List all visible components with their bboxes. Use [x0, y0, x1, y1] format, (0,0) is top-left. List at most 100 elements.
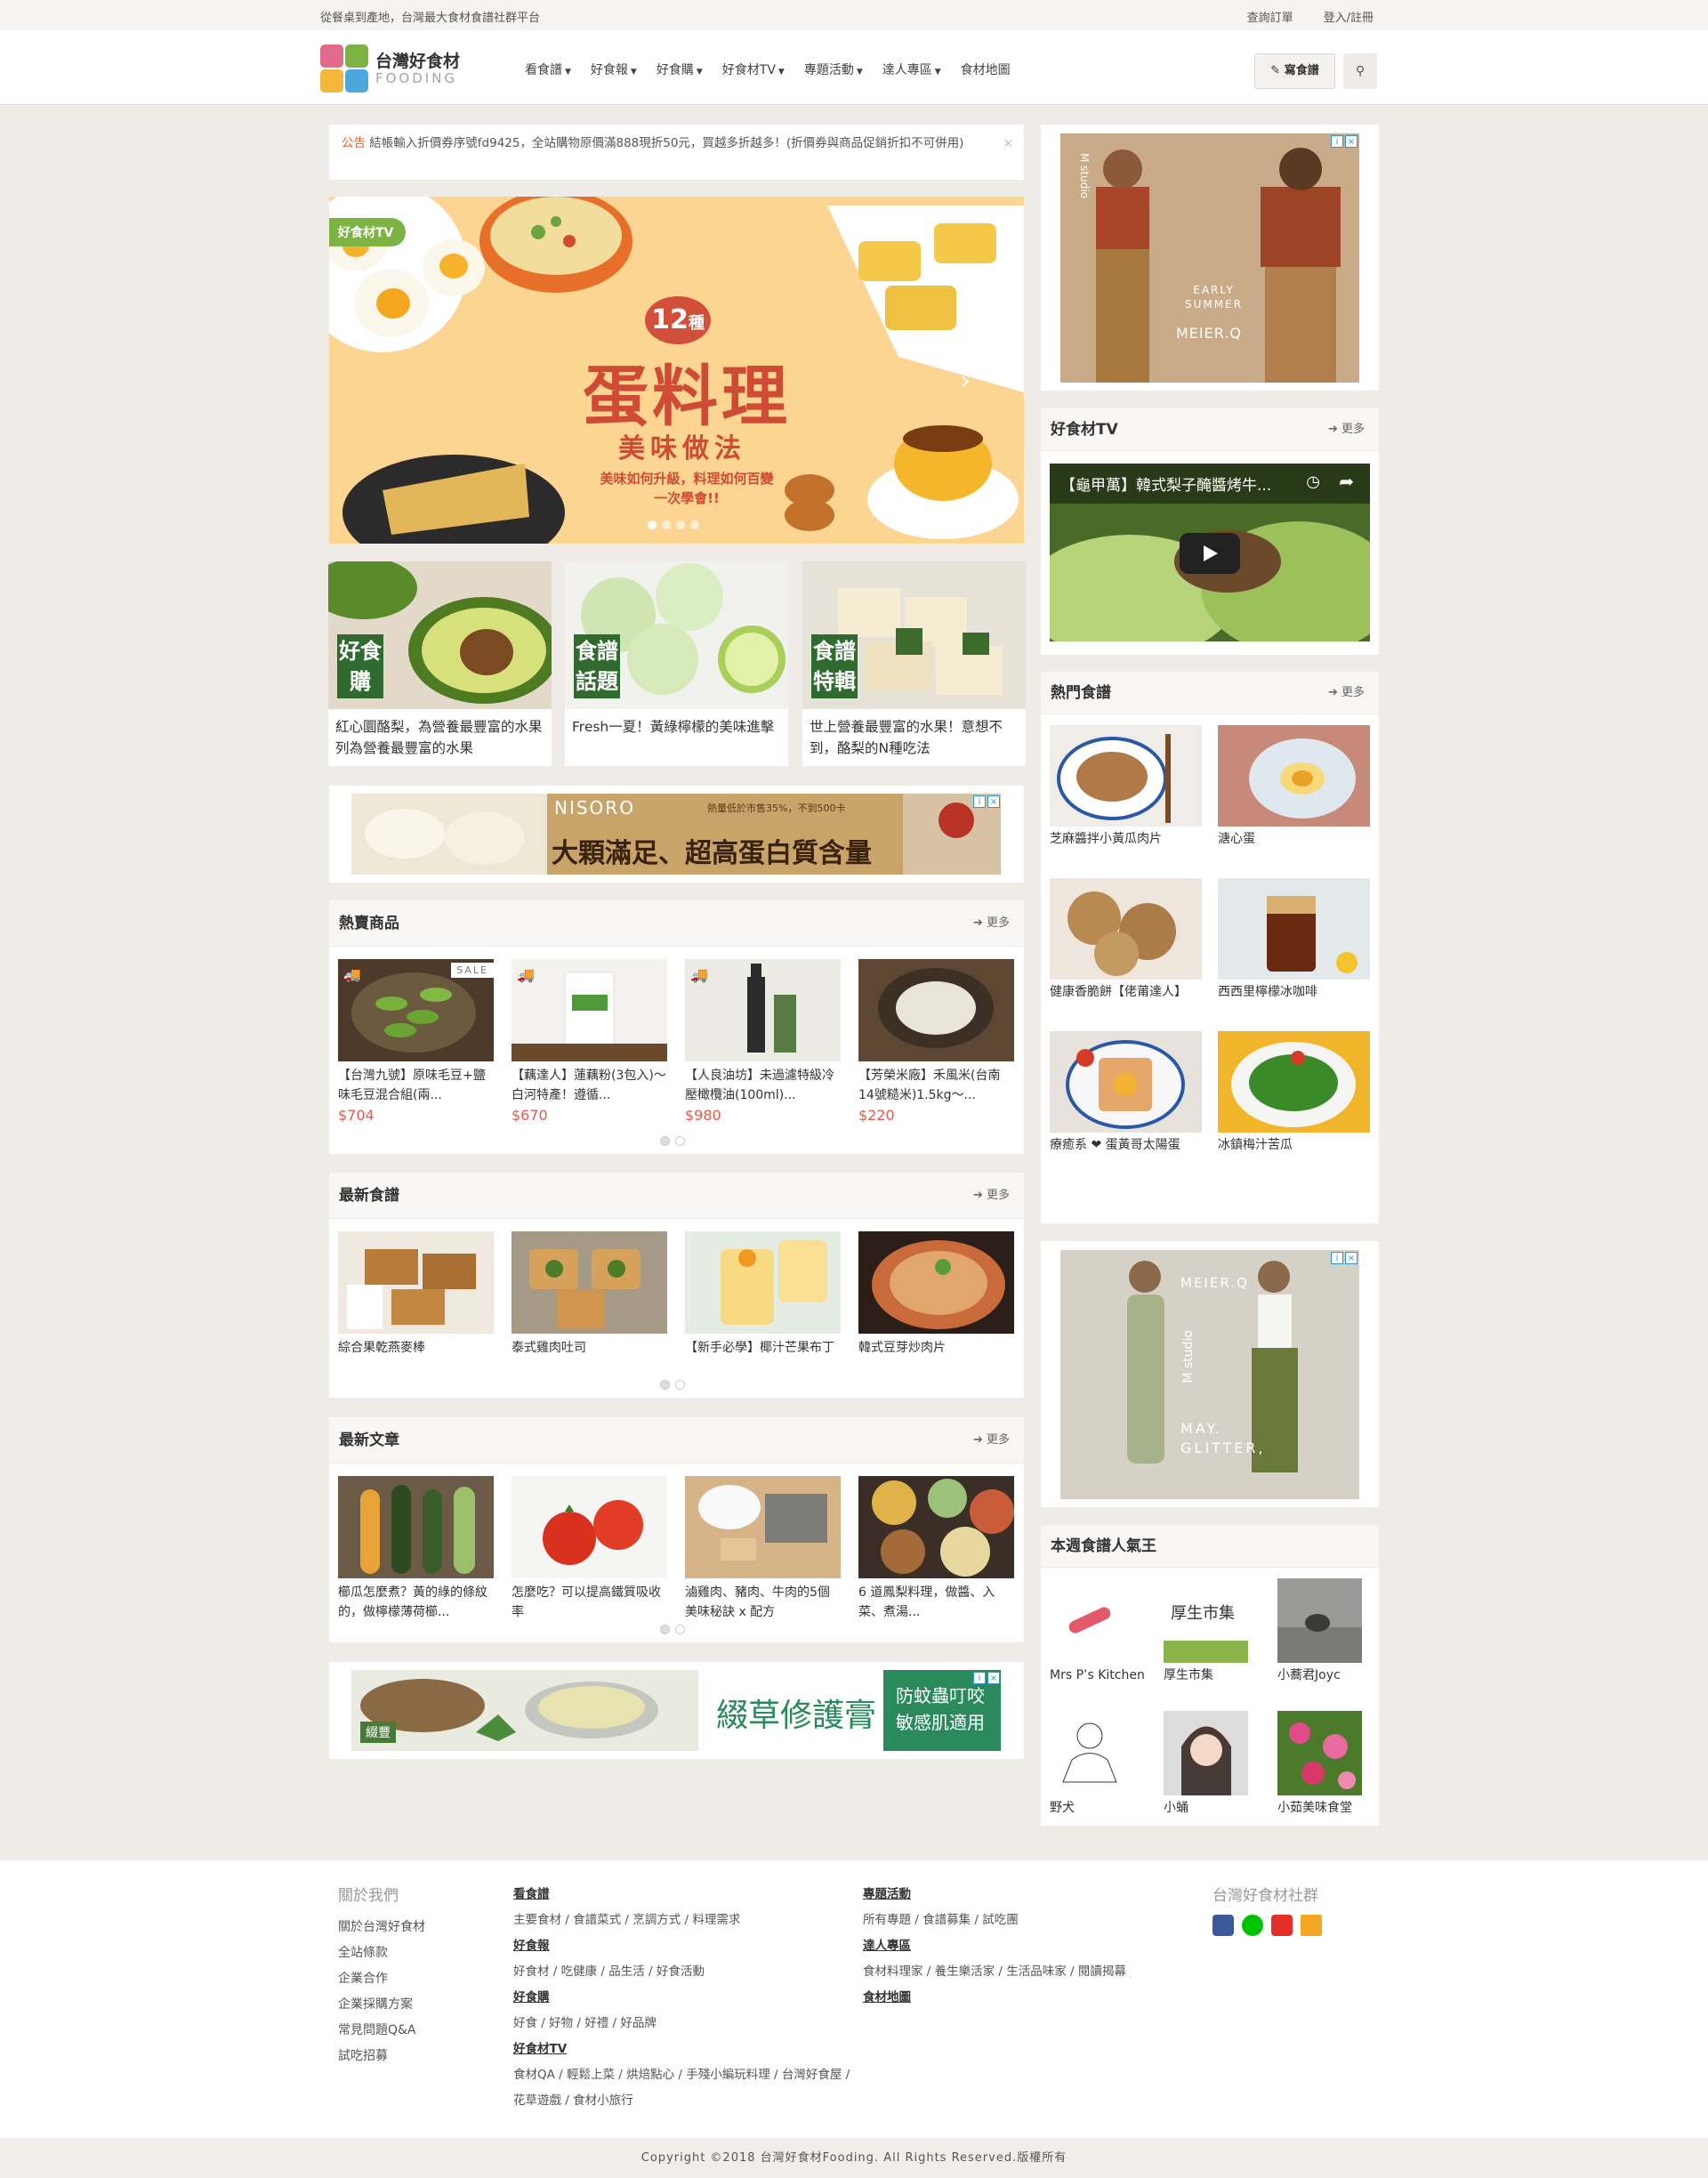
close-icon[interactable]: ×: [987, 1672, 1000, 1684]
recipe-card[interactable]: 西西里檸檬冰咖啡: [1218, 878, 1370, 1019]
footer-sublinks[interactable]: 好食 / 好物 / 好禮 / 好品牌: [513, 2011, 851, 2037]
author-card[interactable]: 野犬: [1050, 1711, 1148, 1835]
close-icon[interactable]: ×: [987, 795, 1000, 808]
side-ad[interactable]: MEIER.Q M studio MAY. GLITTER, i ×: [1041, 1241, 1379, 1507]
author-card[interactable]: 小茹美味食堂: [1277, 1711, 1375, 1835]
author-card[interactable]: 小蕎君Joyc: [1277, 1578, 1375, 1702]
feature-card[interactable]: 食譜特輯 世上營養最豐富的水果！意想不到，酪梨的N種吃法: [802, 561, 1026, 766]
recipe-card[interactable]: 泰式雞肉吐司: [512, 1231, 667, 1377]
nav-item-map[interactable]: 食材地圖: [961, 60, 1011, 78]
author-card[interactable]: 厚生市集 厚生市集: [1164, 1578, 1261, 1702]
article-card[interactable]: 櫛瓜怎麼煮？黃的綠的條紋的，做檸檬薄荷櫛...: [338, 1476, 494, 1622]
recipe-card[interactable]: 【新手必學】椰汁芒果布丁: [685, 1231, 841, 1377]
side-ad[interactable]: M studio EARLY SUMMER MEIER.Q i ×: [1041, 125, 1379, 391]
footer-group-link[interactable]: 看食譜: [513, 1882, 851, 1908]
footer-group-link[interactable]: 好食購: [513, 1985, 851, 2011]
close-icon[interactable]: ×: [1003, 133, 1013, 153]
recipe-card[interactable]: 芝麻醬拌小黃瓜肉片: [1050, 725, 1202, 866]
product-card[interactable]: 【芳榮米廠】禾風米(台南14號糙米)1.5kg～... $220: [858, 959, 1014, 1124]
recipe-card[interactable]: 健康香脆餅【佬莆達人】: [1050, 878, 1202, 1019]
footer-link[interactable]: 常見問題Q&A: [338, 2018, 425, 2044]
pager-dot[interactable]: [660, 1380, 670, 1390]
pager-dot[interactable]: [675, 1380, 685, 1390]
ad-choices[interactable]: i ×: [973, 1672, 1000, 1684]
feature-card[interactable]: 好食購 紅心圜酪梨，為營養最豐富的水果列為營養最豐富的水果: [328, 561, 552, 766]
ad-choices[interactable]: i ×: [1331, 1252, 1358, 1264]
ad-info-icon[interactable]: i: [1331, 1252, 1343, 1264]
ad-info-icon[interactable]: i: [1331, 135, 1343, 148]
ad-choices[interactable]: i ×: [973, 795, 1000, 808]
more-link[interactable]: ➔ 更多: [973, 900, 1010, 947]
cart-icon[interactable]: [1301, 1915, 1322, 1936]
more-link[interactable]: ➔ 更多: [1328, 408, 1365, 451]
nav-item-events[interactable]: 專題活動 ▼: [804, 60, 863, 78]
ad-banner[interactable]: 綴豐 綴草修護膏 防蚊蟲叮咬 敏感肌適用 i ×: [329, 1662, 1024, 1759]
pager-dot[interactable]: [675, 1625, 685, 1634]
footer-link[interactable]: 關於台灣好食材: [338, 1915, 425, 1940]
footer-link[interactable]: 企業合作: [338, 1966, 425, 1992]
author-card[interactable]: Mrs P’s Kitchen: [1050, 1578, 1148, 1702]
footer-sublinks[interactable]: 食材QA / 輕鬆上菜 / 烘焙點心 / 手殘小編玩料理 / 台灣好食屋 / 花…: [513, 2062, 851, 2114]
article-card[interactable]: 怎麼吃？可以提高鐵質吸收率: [512, 1476, 667, 1622]
login-register-link[interactable]: 登入/註冊: [1324, 8, 1374, 25]
feature-card[interactable]: 食譜話題 Fresh一夏！黃綠檸檬的美味進擊: [565, 561, 788, 766]
carousel-dot[interactable]: [662, 520, 671, 529]
footer-link[interactable]: 試吃招募: [338, 2044, 425, 2069]
recipe-card[interactable]: 冰鎮梅汁苦瓜: [1218, 1031, 1370, 1172]
recipe-card[interactable]: 韓式豆芽炒肉片: [858, 1231, 1014, 1377]
pager-dot[interactable]: [675, 1136, 685, 1146]
footer-sublinks[interactable]: 主要食材 / 食譜菜式 / 烹調方式 / 料理需求: [513, 1908, 851, 1933]
site-logo[interactable]: 台灣好食材 FOODING: [320, 41, 480, 93]
write-recipe-button[interactable]: ✎ 寫食譜: [1254, 53, 1335, 89]
article-card[interactable]: 滷雞肉、豬肉、牛肉的5個美味秘訣 x 配方: [685, 1476, 841, 1622]
footer-sublinks[interactable]: 好食材 / 吃健康 / 品生活 / 好食活動: [513, 1959, 851, 1985]
product-card[interactable]: 🚚 【藕達人】蓮藕粉(3包入)～白河特產！遵循... $670: [512, 959, 667, 1124]
more-link[interactable]: ➔ 更多: [1328, 672, 1365, 714]
more-link[interactable]: ➔ 更多: [973, 1417, 1010, 1464]
clock-icon[interactable]: ◷: [1306, 472, 1320, 491]
recipe-card[interactable]: 溏心蛋: [1218, 725, 1370, 866]
more-link[interactable]: ➔ 更多: [973, 1173, 1010, 1219]
video-player[interactable]: 【龜甲萬】韓式梨子醃醬烤牛... ◷ ➦: [1050, 464, 1370, 641]
chevron-right-icon[interactable]: ›: [960, 366, 971, 397]
author-card[interactable]: 小蛹: [1164, 1711, 1261, 1835]
footer-group-link[interactable]: 專題活動: [863, 1882, 1201, 1908]
share-icon[interactable]: ➦: [1339, 471, 1354, 492]
youtube-icon[interactable]: [1271, 1915, 1293, 1936]
recipe-card[interactable]: 綜合果乾燕麥棒: [338, 1231, 494, 1377]
product-card[interactable]: 🚚 【人良油坊】未過濾特級冷壓橄欖油(100ml)... $980: [685, 959, 841, 1124]
ad-choices[interactable]: i ×: [1331, 135, 1358, 148]
footer-group-link[interactable]: 好食材TV: [513, 2037, 851, 2062]
pager-dot[interactable]: [660, 1136, 670, 1146]
facebook-icon[interactable]: [1213, 1915, 1234, 1936]
product-card[interactable]: 🚚 SALE 【台灣九號】原味毛豆+鹽味毛豆混合組(兩... $704: [338, 959, 494, 1124]
ad-info-icon[interactable]: i: [973, 1672, 986, 1684]
footer-sublinks[interactable]: 所有專題 / 食譜募集 / 試吃團: [863, 1908, 1201, 1933]
footer-group-link[interactable]: 好食報: [513, 1933, 851, 1959]
pager-dot[interactable]: [660, 1625, 670, 1634]
footer-link[interactable]: 企業採購方案: [338, 1992, 425, 2018]
recipe-card[interactable]: 療癒系 ❤ 蛋黃哥太陽蛋: [1050, 1031, 1202, 1172]
search-button[interactable]: ⚲: [1343, 53, 1377, 89]
carousel-dot[interactable]: [690, 520, 699, 529]
close-icon[interactable]: ×: [1345, 1252, 1358, 1264]
ad-banner[interactable]: NISORO 熱量低於市售35%，不到500卡 大顆滿足、超高蛋白質含量 i ×: [329, 786, 1024, 883]
nav-item-shop[interactable]: 好食購 ▼: [657, 60, 703, 78]
footer-group-link[interactable]: 達人專區: [863, 1933, 1201, 1959]
carousel-dot[interactable]: [648, 520, 657, 529]
ad-info-icon[interactable]: i: [973, 795, 986, 808]
footer-link[interactable]: 全站條款: [338, 1940, 425, 1966]
order-lookup-link[interactable]: 查詢訂單: [1247, 8, 1293, 25]
footer-sublinks[interactable]: 食材料理家 / 養生樂活家 / 生活品味家 / 閱讀揭幕: [863, 1959, 1201, 1985]
line-icon[interactable]: [1242, 1915, 1263, 1936]
nav-item-news[interactable]: 好食報 ▼: [591, 60, 637, 78]
article-card[interactable]: 6 道鳳梨料理，做醬、入菜、煮湯...: [858, 1476, 1014, 1622]
close-icon[interactable]: ×: [1345, 135, 1358, 148]
nav-item-experts[interactable]: 達人專區 ▼: [882, 60, 941, 78]
carousel-dot[interactable]: [676, 520, 685, 529]
nav-item-tv[interactable]: 好食材TV ▼: [722, 60, 785, 78]
play-icon[interactable]: [1180, 533, 1240, 574]
footer-group-link[interactable]: 食材地圖: [863, 1985, 1201, 2011]
hero-carousel[interactable]: 好食材TV 12種 蛋料理 美味做法 美味如何升級，料理如何百變 一次學會!! …: [329, 197, 1024, 544]
nav-item-recipes[interactable]: 看食譜 ▼: [525, 60, 571, 78]
